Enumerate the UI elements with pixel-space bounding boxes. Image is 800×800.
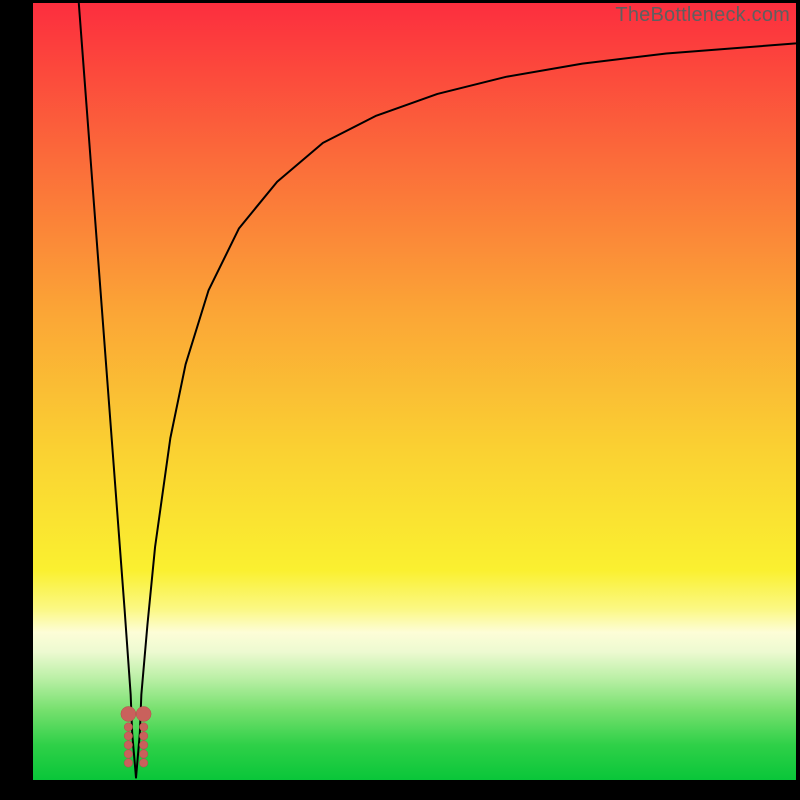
watermark-text: TheBottleneck.com bbox=[615, 4, 790, 27]
valley-marker bbox=[124, 723, 132, 731]
valley-marker bbox=[139, 759, 147, 767]
curve-layer bbox=[33, 3, 796, 780]
valley-marker bbox=[139, 750, 147, 758]
valley-marker bbox=[136, 706, 151, 721]
valley-marker bbox=[124, 750, 132, 758]
valley-marker bbox=[139, 732, 147, 740]
chart-frame: TheBottleneck.com bbox=[0, 0, 800, 800]
valley-marker bbox=[139, 723, 147, 731]
bottleneck-curve bbox=[79, 3, 796, 778]
valley-marker bbox=[124, 741, 132, 749]
valley-marker bbox=[121, 706, 136, 721]
valley-marker bbox=[139, 741, 147, 749]
plot-area bbox=[33, 3, 796, 780]
valley-marker bbox=[124, 732, 132, 740]
valley-marker bbox=[124, 759, 132, 767]
